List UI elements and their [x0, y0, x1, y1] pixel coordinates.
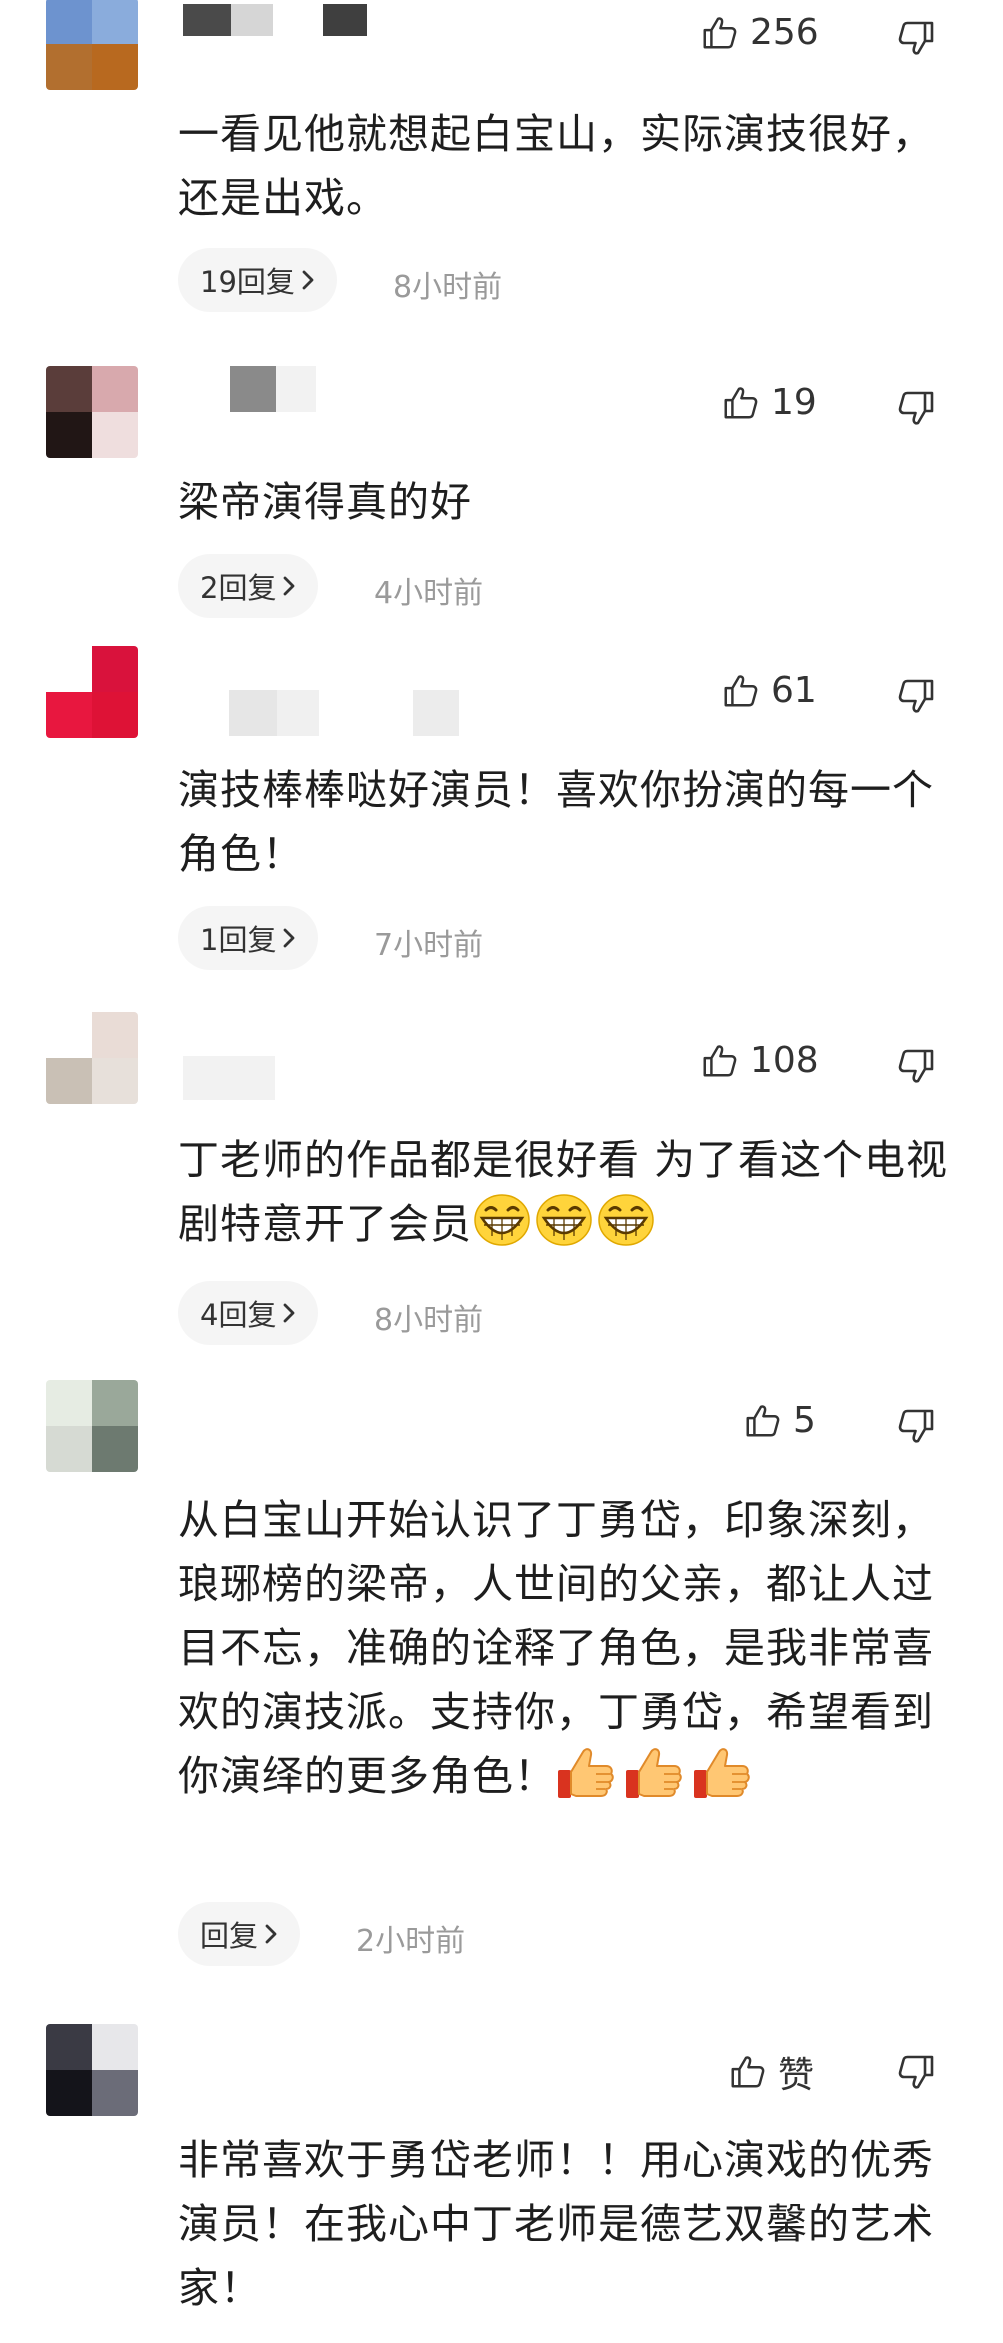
replies-label: 回复	[200, 1919, 259, 1953]
chevron-right-icon	[282, 575, 296, 597]
username[interactable]	[183, 4, 373, 36]
comment-text: 一看见他就想起白宝山，实际演技很好，还是出戏。	[178, 110, 934, 222]
replies-button[interactable]: 1回复	[178, 906, 319, 970]
username[interactable]	[230, 366, 320, 412]
comment-text: 从白宝山开始认识了丁勇岱，印象深刻，琅琊榜的梁帝，人世间的父亲，都让人过目不忘，…	[178, 1488, 938, 1808]
thumbs-down-icon[interactable]	[897, 1406, 937, 1446]
grin-emoji-icon	[596, 1192, 656, 1248]
like-count: 61	[771, 670, 817, 711]
avatar[interactable]	[46, 366, 138, 458]
thumbs-up-icon	[721, 672, 759, 710]
like-count: 5	[793, 1400, 816, 1441]
like-count: 赞	[778, 2055, 815, 2096]
like-count: 19	[771, 382, 817, 423]
replies-button[interactable]: 2回复	[178, 554, 319, 618]
grin-emoji-icon	[472, 1192, 532, 1248]
like-count: 256	[750, 12, 819, 53]
thumbs-up-emoji-icon	[556, 1744, 616, 1802]
like-button[interactable]: 256	[700, 12, 819, 53]
username[interactable]	[183, 1056, 278, 1100]
avatar[interactable]	[46, 1380, 138, 1472]
replies-button[interactable]: 19回复	[178, 248, 337, 312]
chevron-right-icon	[282, 927, 296, 949]
timestamp: 8小时前	[393, 270, 503, 305]
thumbs-up-icon	[728, 2053, 766, 2091]
comment-text: 演技棒棒哒好演员！喜欢你扮演的每一个角色！	[178, 766, 934, 878]
like-button[interactable]: 19	[721, 382, 817, 423]
timestamp: 2小时前	[356, 1924, 466, 1959]
like-button[interactable]: 5	[743, 1400, 816, 1441]
thumbs-up-icon	[700, 14, 738, 52]
replies-label: 2回复	[200, 571, 277, 605]
chevron-right-icon	[301, 269, 315, 291]
like-count: 108	[750, 1040, 819, 1081]
avatar[interactable]	[46, 1012, 138, 1104]
grin-emoji-icon	[534, 1192, 594, 1248]
chevron-right-icon	[264, 1923, 278, 1945]
replies-button[interactable]: 4回复	[178, 1281, 319, 1345]
thumbs-up-icon	[721, 384, 759, 422]
thumbs-down-icon[interactable]	[897, 1046, 937, 1086]
replies-button[interactable]: 回复	[178, 1902, 301, 1966]
thumbs-down-icon[interactable]	[897, 2052, 937, 2092]
timestamp: 4小时前	[374, 576, 484, 611]
chevron-right-icon	[282, 1302, 296, 1324]
like-button[interactable]: 赞	[728, 2046, 814, 2098]
like-button[interactable]: 108	[700, 1040, 819, 1081]
thumbs-up-emoji-icon	[624, 1744, 684, 1802]
avatar[interactable]	[46, 646, 138, 738]
comment-text: 丁老师的作品都是很好看 为了看这个电视剧特意开了会员	[178, 1128, 958, 1256]
username[interactable]	[183, 690, 463, 736]
thumbs-up-icon	[743, 1402, 781, 1440]
like-button[interactable]: 61	[721, 670, 817, 711]
thumbs-down-icon[interactable]	[897, 388, 937, 428]
replies-label: 1回复	[200, 923, 277, 957]
comment-text: 梁帝演得真的好	[178, 478, 472, 526]
comment-text: 非常喜欢于勇岱老师！！用心演戏的优秀演员！在我心中丁老师是德艺双馨的艺术家！	[178, 2136, 934, 2312]
replies-label: 19回复	[200, 265, 295, 299]
thumbs-down-icon[interactable]	[897, 18, 937, 58]
thumbs-up-emoji-icon	[692, 1744, 752, 1802]
avatar[interactable]	[46, 2024, 138, 2116]
thumbs-up-icon	[700, 1042, 738, 1080]
avatar[interactable]	[46, 0, 138, 90]
timestamp: 8小时前	[374, 1303, 484, 1338]
timestamp: 7小时前	[374, 928, 484, 963]
thumbs-down-icon[interactable]	[897, 676, 937, 716]
replies-label: 4回复	[200, 1298, 277, 1332]
